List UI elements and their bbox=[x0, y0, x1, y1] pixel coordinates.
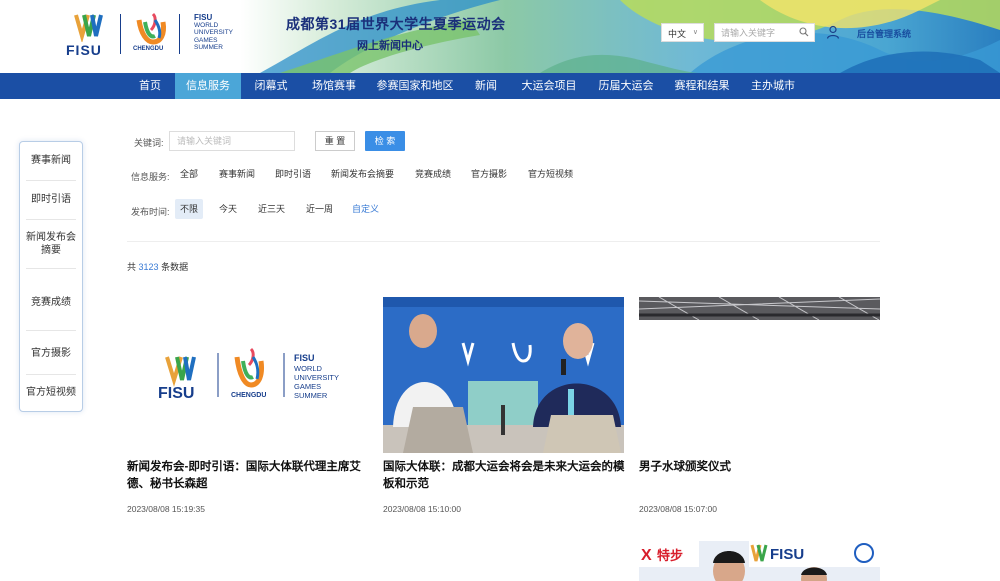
nav-item-schedule-results[interactable]: 赛程和结果 bbox=[670, 73, 734, 99]
time-filter-label: 发布时间: bbox=[131, 207, 170, 217]
card-logo-line-summer: SUMMER bbox=[294, 391, 328, 400]
service-option-results[interactable]: 竞赛成绩 bbox=[415, 164, 451, 184]
fisu-chengdu-logo[interactable]: FISU CHENGDU FISU WORLD UNIVERSITY GAMES… bbox=[66, 12, 233, 58]
keyword-input[interactable] bbox=[169, 131, 295, 151]
card-title[interactable]: 新闻发布会-即时引语：国际大体联代理主席艾德、秘书长森超 bbox=[127, 459, 372, 493]
sidebar-item-videos[interactable]: 官方短视频 bbox=[20, 386, 82, 399]
language-select[interactable]: 中文 ∨ bbox=[661, 23, 704, 42]
card-logo-line-games: GAMES bbox=[294, 382, 321, 391]
service-option-event-news[interactable]: 赛事新闻 bbox=[219, 164, 255, 184]
service-option-photos[interactable]: 官方摄影 bbox=[471, 164, 507, 184]
sidebar-divider bbox=[26, 180, 76, 181]
card-title[interactable]: 国际大体联：成都大运会将会是未来大运会的模板和示范 bbox=[383, 459, 628, 493]
filter-divider bbox=[127, 241, 880, 242]
athlete-photo-partial: X 特步 FISU bbox=[639, 541, 880, 581]
sidebar-item-press-summary[interactable]: 新闻发布会摘要 bbox=[20, 231, 82, 257]
reset-button[interactable]: 重 置 bbox=[315, 131, 355, 151]
site-subtitle: 网上新闻中心 bbox=[357, 40, 423, 52]
user-icon[interactable] bbox=[826, 25, 840, 39]
header-search-input[interactable] bbox=[715, 24, 793, 41]
card-thumbnail[interactable] bbox=[639, 297, 880, 320]
service-option-press-summary[interactable]: 新闻发布会摘要 bbox=[331, 164, 394, 184]
card-thumbnail[interactable]: X 特步 FISU bbox=[639, 541, 880, 581]
search-icon[interactable] bbox=[799, 27, 809, 37]
logo-line-university: UNIVERSITY bbox=[194, 29, 234, 36]
nav-item-info-service[interactable]: 信息服务 bbox=[175, 73, 241, 99]
header: FISU CHENGDU FISU WORLD UNIVERSITY GAMES… bbox=[0, 0, 1000, 73]
banner-text: 特步 bbox=[657, 548, 683, 563]
service-option-quotes[interactable]: 即时引语 bbox=[275, 164, 311, 184]
card-logo-line-world: WORLD bbox=[294, 364, 323, 373]
chengdu-logo: CHENGDU bbox=[131, 12, 171, 56]
fisu-mark-icon bbox=[74, 14, 103, 44]
card-date: 2023/08/08 15:10:00 bbox=[383, 504, 461, 514]
site-title: 成都第31届世界大学生夏季运动会 bbox=[286, 16, 506, 32]
category-sidebar: 赛事新闻 即时引语 新闻发布会摘要 竞赛成绩 官方摄影 官方短视频 bbox=[19, 141, 83, 412]
chevron-down-icon: ∨ bbox=[692, 29, 698, 36]
logo-divider bbox=[120, 14, 121, 54]
result-count-suffix: 条数据 bbox=[161, 262, 189, 272]
time-option-week[interactable]: 近一周 bbox=[306, 199, 333, 219]
sidebar-item-quotes[interactable]: 即时引语 bbox=[20, 193, 82, 206]
partial-card-fisu: FISU bbox=[770, 546, 804, 563]
logo-line-games: GAMES bbox=[194, 36, 218, 44]
service-option-videos[interactable]: 官方短视频 bbox=[528, 164, 573, 184]
sidebar-item-event-news[interactable]: 赛事新闻 bbox=[20, 154, 82, 167]
logo-line-world: WORLD bbox=[194, 21, 219, 29]
time-option-3days[interactable]: 近三天 bbox=[258, 199, 285, 219]
logo-line-fisu: FISU bbox=[194, 13, 213, 22]
sidebar-divider bbox=[26, 374, 76, 375]
page: FISU CHENGDU FISU WORLD UNIVERSITY GAMES… bbox=[0, 0, 1000, 581]
svg-text:X: X bbox=[641, 547, 652, 564]
service-option-all[interactable]: 全部 bbox=[180, 164, 198, 184]
water-polo-ceremony-photo bbox=[639, 297, 880, 320]
nav-item-home[interactable]: 首页 bbox=[127, 73, 173, 99]
card-thumbnail[interactable]: FISU CHENGDU FISU WORLD UNIVERSITY GAMES… bbox=[127, 297, 368, 453]
chengdu-wordmark: CHENGDU bbox=[133, 46, 164, 52]
card-logo-fisu: FISU bbox=[158, 385, 194, 402]
card-logo-line-university: UNIVERSITY bbox=[294, 373, 339, 382]
nav-item-closing-ceremony[interactable]: 闭幕式 bbox=[246, 73, 296, 99]
sidebar-divider bbox=[26, 330, 76, 331]
time-option-any[interactable]: 不限 bbox=[175, 199, 204, 219]
fisu-wordmark: FISU bbox=[66, 42, 102, 58]
sidebar-divider bbox=[26, 268, 76, 269]
time-option-today[interactable]: 今天 bbox=[219, 199, 237, 219]
card-logo-line-fisu: FISU bbox=[294, 353, 315, 363]
world-university-games-text: FISU WORLD UNIVERSITY GAMES SUMMER bbox=[194, 14, 233, 52]
time-option-custom[interactable]: 自定义 bbox=[352, 199, 379, 219]
fisu-chengdu-logo-image: FISU CHENGDU FISU WORLD UNIVERSITY GAMES… bbox=[158, 347, 339, 402]
nav-item-countries[interactable]: 参赛国家和地区 bbox=[372, 73, 458, 99]
result-count-number: 3123 bbox=[138, 262, 159, 272]
service-filter-label: 信息服务: bbox=[131, 172, 170, 182]
main-nav: 首页 信息服务 闭幕式 场馆赛事 参赛国家和地区 新闻 大运会项目 历届大运会 … bbox=[0, 73, 1000, 99]
card-logo-chengdu: CHENGDU bbox=[231, 392, 266, 399]
sidebar-item-results[interactable]: 竞赛成绩 bbox=[20, 296, 82, 309]
chengdu-mark-icon bbox=[136, 12, 166, 45]
nav-item-sports[interactable]: 大运会项目 bbox=[515, 73, 583, 99]
nav-item-venues[interactable]: 场馆赛事 bbox=[305, 73, 363, 99]
nav-item-host-city[interactable]: 主办城市 bbox=[746, 73, 800, 99]
card-thumbnail[interactable] bbox=[383, 297, 624, 453]
card-date: 2023/08/08 15:19:35 bbox=[127, 504, 205, 514]
card-date: 2023/08/08 15:07:00 bbox=[639, 504, 717, 514]
card-title[interactable]: 男子水球颁奖仪式 bbox=[639, 459, 884, 476]
keyword-label: 关键词: bbox=[134, 138, 164, 148]
nav-item-news[interactable]: 新闻 bbox=[468, 73, 504, 99]
admin-system-link[interactable]: 后台管理系统 bbox=[857, 27, 911, 40]
logo-line-summer: SUMMER bbox=[194, 44, 223, 51]
search-button[interactable]: 检 索 bbox=[365, 131, 405, 151]
language-value: 中文 bbox=[668, 29, 687, 39]
nav-item-past-games[interactable]: 历届大运会 bbox=[594, 73, 658, 99]
press-conference-photo bbox=[383, 297, 624, 453]
result-count: 共 3123 条数据 bbox=[127, 260, 188, 273]
header-search bbox=[714, 23, 815, 42]
sidebar-divider bbox=[26, 219, 76, 220]
logo-divider-2 bbox=[179, 14, 180, 54]
sidebar-item-photos[interactable]: 官方摄影 bbox=[20, 347, 82, 360]
fisu-logo: FISU bbox=[66, 12, 112, 58]
result-count-prefix: 共 bbox=[127, 262, 137, 272]
